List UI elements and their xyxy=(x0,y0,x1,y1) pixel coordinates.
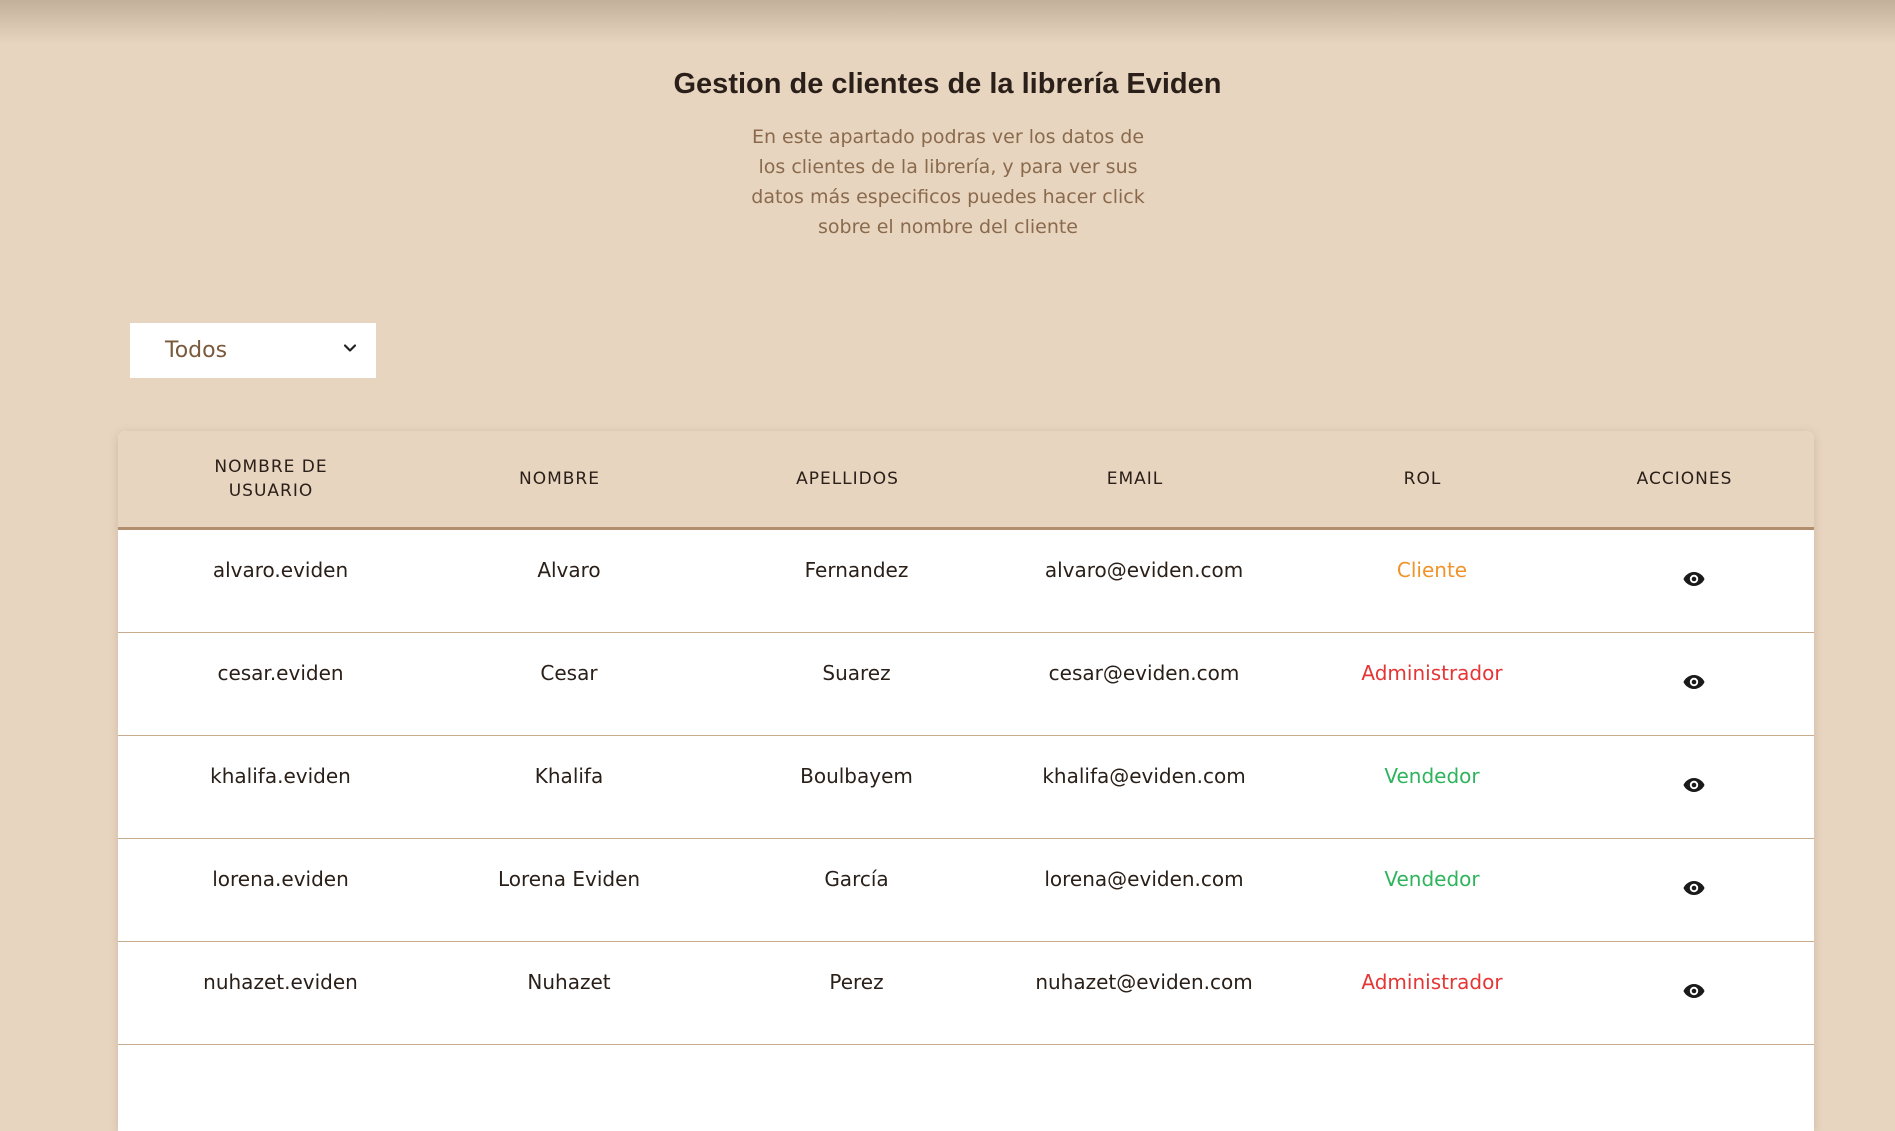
cell-name[interactable]: Cesar xyxy=(443,661,695,685)
cell-role: Cliente xyxy=(1396,558,1468,582)
cell-surname: García xyxy=(824,867,889,891)
page-title: Gestion de clientes de la librería Evide… xyxy=(673,68,1222,100)
cell-email: cesar@eviden.com xyxy=(1048,661,1240,685)
eye-icon xyxy=(1683,777,1705,792)
column-header-actions: ACCIONES xyxy=(1636,469,1733,489)
cell-name[interactable]: Khalifa xyxy=(443,764,695,788)
cell-actions xyxy=(1594,567,1794,596)
table-row: khalifa.eviden Khalifa Boulbayem khalifa@ev… xyxy=(118,736,1814,839)
cell-name[interactable]: Nuhazet xyxy=(443,970,695,994)
cell-actions xyxy=(1594,876,1794,905)
chevron-down-icon xyxy=(343,344,357,352)
cell-username[interactable]: khalifa.eviden xyxy=(118,764,443,788)
cell-role: Administrador xyxy=(1361,661,1503,685)
cell-surname: Suarez xyxy=(822,661,891,685)
table-row: lorena.eviden Lorena Eviden García lorena@e… xyxy=(118,839,1814,942)
top-bar-shadow xyxy=(0,0,1895,44)
cell-name[interactable]: Alvaro xyxy=(443,558,695,582)
cell-name[interactable]: Lorena Eviden xyxy=(443,867,695,891)
role-filter-value: Todos xyxy=(165,338,228,363)
cell-surname: Boulbayem xyxy=(800,764,913,788)
column-header-username: NOMBRE DE USUARIO xyxy=(214,457,328,501)
eye-icon xyxy=(1683,880,1705,895)
eye-icon xyxy=(1683,571,1705,586)
cell-actions xyxy=(1594,979,1794,1008)
table-header: NOMBRE DE USUARIO NOMBRE APELLIDOS EMAIL… xyxy=(118,431,1814,530)
cell-username[interactable]: lorena.eviden xyxy=(118,867,443,891)
role-filter-select[interactable]: Todos xyxy=(130,323,376,378)
cell-actions xyxy=(1594,773,1794,802)
cell-username[interactable]: nuhazet.eviden xyxy=(118,970,443,994)
cell-username[interactable]: cesar.eviden xyxy=(118,661,443,685)
column-header-surname: APELLIDOS xyxy=(796,469,899,489)
cell-actions xyxy=(1594,670,1794,699)
table-row: nuhazet.eviden Nuhazet Perez nuhazet@eviden… xyxy=(118,942,1814,1045)
column-header-role: ROL xyxy=(1403,469,1442,489)
cell-role: Vendedor xyxy=(1384,867,1480,891)
view-client-button[interactable] xyxy=(1682,876,1706,900)
table-row: cesar.eviden Cesar Suarez cesar@eviden.com A… xyxy=(118,633,1814,736)
column-header-name: NOMBRE xyxy=(519,469,600,489)
cell-role: Vendedor xyxy=(1384,764,1480,788)
cell-email: khalifa@eviden.com xyxy=(1042,764,1246,788)
eye-icon xyxy=(1683,983,1705,998)
cell-email: nuhazet@eviden.com xyxy=(1035,970,1253,994)
cell-surname: Fernandez xyxy=(804,558,909,582)
clients-table: NOMBRE DE USUARIO NOMBRE APELLIDOS EMAIL… xyxy=(118,431,1814,1131)
table-body: alvaro.eviden Alvaro Fernandez alvaro@evide… xyxy=(118,530,1814,1045)
view-client-button[interactable] xyxy=(1682,979,1706,1003)
view-client-button[interactable] xyxy=(1682,670,1706,694)
cell-email: alvaro@eviden.com xyxy=(1044,558,1244,582)
page-subtitle: En este apartado podras ver los datos de… xyxy=(751,126,1145,238)
column-header-email: EMAIL xyxy=(1106,469,1164,489)
cell-surname: Perez xyxy=(829,970,884,994)
cell-role: Administrador xyxy=(1361,970,1503,994)
eye-icon xyxy=(1683,674,1705,689)
view-client-button[interactable] xyxy=(1682,567,1706,591)
cell-email: lorena@eviden.com xyxy=(1044,867,1244,891)
view-client-button[interactable] xyxy=(1682,773,1706,797)
cell-username[interactable]: alvaro.eviden xyxy=(118,558,443,582)
table-row: alvaro.eviden Alvaro Fernandez alvaro@evide… xyxy=(118,530,1814,633)
